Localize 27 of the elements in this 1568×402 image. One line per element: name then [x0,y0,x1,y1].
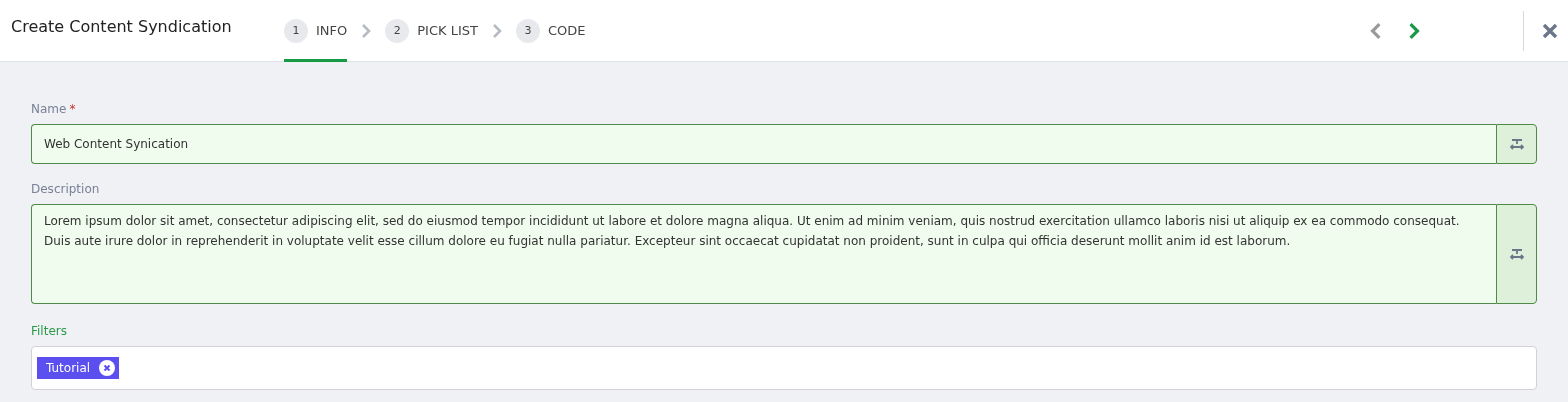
tag-label: Tutorial [46,361,91,375]
text-width-icon [1509,138,1524,150]
required-mark: * [69,102,76,118]
remove-icon[interactable] [99,360,116,376]
field-label: Filters [31,324,68,340]
step-number: 1 [284,18,308,43]
text-format-button[interactable] [1496,204,1537,304]
name-field[interactable]: Web Content Synication [31,124,1496,164]
field-label: Description [31,182,101,198]
text-format-button[interactable] [1496,124,1537,164]
step-label: PICK LIST [417,23,478,38]
step-tab[interactable]: 1 INFO [284,0,348,62]
close-icon[interactable] [1542,22,1558,39]
step-tab[interactable]: 2 PICK LIST [385,0,478,62]
next-icon[interactable] [1408,22,1420,39]
step-tab[interactable]: 3 CODE [515,0,586,62]
step-number: 3 [515,18,540,43]
chevron-icon [361,23,372,38]
filters-field[interactable]: Tutorial [31,346,1537,390]
step-label: CODE [547,23,586,38]
description-field[interactable]: Lorem ipsum dolor sit amet, consectetur adipiscing elit, sed do eiusmod tempor incididunt ut labore et dolore magna aliqua. Ut enim ad minim veniam, quis nostrud exercitation ullamco laboris nisi ut aliquip ex ea commodo consequat. Duis aute irure dolor in reprehenderit in voluptate velit esse cillum dolore eu fugiat nulla pariatur. Excepteur sint occaecat cupidatat non proident, sunt in culpa qui officia deserunt mollit anim id est laborum. [31,204,1496,304]
step-number: 2 [385,18,410,43]
field-label: Name [31,102,67,118]
text-width-icon [1509,248,1524,260]
step-label: INFO [316,23,348,38]
chevron-icon [491,23,502,38]
page-title: Create Content Syndication [10,17,233,36]
